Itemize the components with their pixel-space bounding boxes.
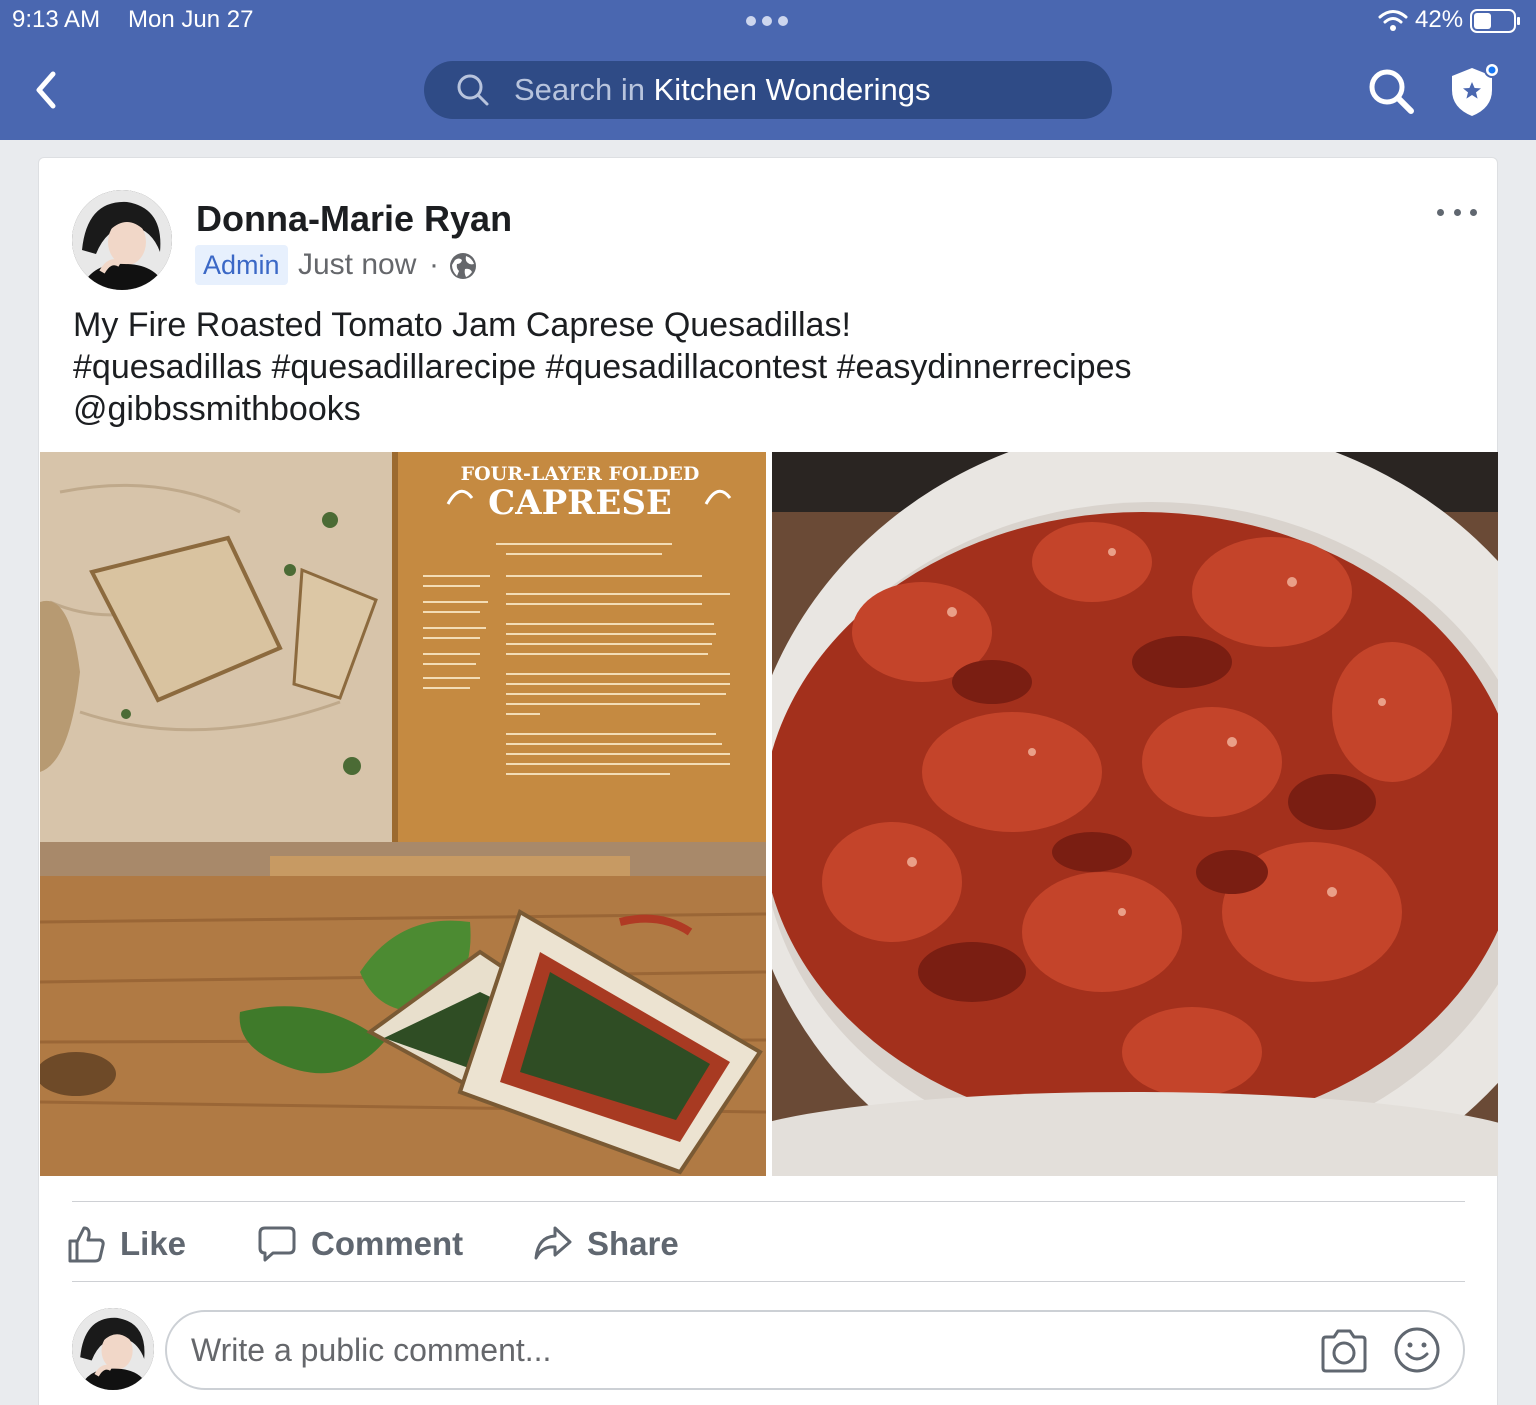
search-group-name: Kitchen Wonderings: [653, 72, 931, 107]
like-button[interactable]: Like: [66, 1218, 186, 1270]
post-card: Donna-Marie Ryan Admin Just now · My Fir…: [38, 157, 1498, 1405]
status-date: Mon Jun 27: [128, 6, 254, 33]
camera-icon[interactable]: [1319, 1328, 1369, 1374]
commenter-avatar[interactable]: [72, 1308, 154, 1390]
book-title: CAPRESE: [488, 483, 672, 523]
share-button[interactable]: Share: [533, 1218, 679, 1270]
post-options-button[interactable]: [1437, 200, 1477, 224]
comment-placeholder: Write a public comment...: [191, 1331, 552, 1368]
admin-badge: Admin: [195, 245, 288, 285]
photo-tomato-jam[interactable]: [772, 452, 1498, 1176]
search-button[interactable]: [1366, 66, 1416, 116]
top-bar: 9:13 AM Mon Jun 27 42% Search in Kitchen…: [0, 0, 1536, 140]
post-timestamp[interactable]: Just now: [298, 248, 416, 282]
book-heading: FOUR-LAYER FOLDED: [461, 463, 700, 485]
like-icon: [68, 1226, 105, 1263]
photo-cookbook-quesadillas[interactable]: FOUR-LAYER FOLDED CAPRESE: [40, 452, 766, 1176]
search-placeholder: Search in Kitchen Wonderings: [514, 72, 931, 107]
actions-divider-bottom: [72, 1281, 1465, 1282]
actions-divider-top: [72, 1201, 1465, 1202]
wifi-icon: [1378, 10, 1408, 31]
share-icon: [534, 1226, 572, 1260]
admin-shield-icon[interactable]: [1446, 60, 1502, 120]
back-button[interactable]: [24, 68, 68, 112]
timestamp-separator: ·: [429, 248, 439, 281]
group-search-input[interactable]: Search in Kitchen Wonderings: [424, 61, 1112, 119]
post-message-line: My Fire Roasted Tomato Jam Caprese Quesa…: [73, 306, 851, 344]
battery-percent: 42%: [1415, 6, 1464, 33]
comment-button[interactable]: Comment: [257, 1218, 463, 1270]
post-message: My Fire Roasted Tomato Jam Caprese Quesa…: [73, 304, 1453, 430]
search-icon: [457, 74, 489, 106]
emoji-icon[interactable]: [1393, 1326, 1441, 1374]
share-label: Share: [587, 1225, 679, 1262]
battery-icon: [1470, 9, 1520, 33]
post-hashtags[interactable]: #quesadillas #quesadillarecipe #quesadil…: [73, 346, 1453, 388]
comment-input[interactable]: Write a public comment...: [165, 1310, 1465, 1390]
post-mention[interactable]: @gibbssmithbooks: [73, 388, 1453, 430]
like-label: Like: [120, 1225, 187, 1262]
author-name[interactable]: Donna-Marie Ryan: [196, 198, 512, 240]
back-icon: [36, 71, 56, 109]
globe-icon: [450, 253, 476, 279]
status-time: 9:13 AM: [12, 6, 101, 33]
comment-label: Comment: [311, 1225, 464, 1262]
comment-icon: [258, 1226, 296, 1262]
multitasking-dots-icon[interactable]: [746, 14, 792, 28]
author-avatar[interactable]: [72, 190, 172, 290]
